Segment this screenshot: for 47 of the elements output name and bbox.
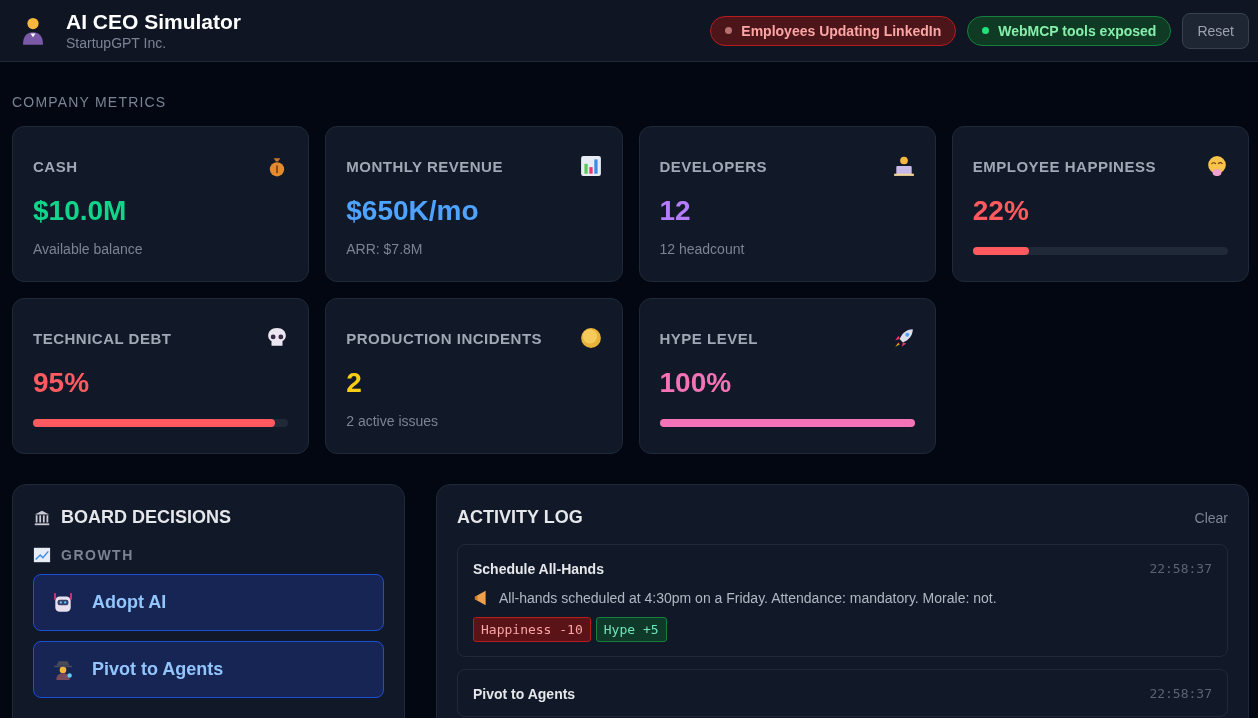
- effect-tag: Hype +5: [595, 617, 667, 642]
- trend-chart-icon: [33, 546, 51, 564]
- robot-icon: [52, 591, 74, 614]
- face-icon: [1206, 155, 1228, 177]
- metric-label: HYPE LEVEL: [659, 329, 758, 347]
- decision-button[interactable]: Pivot to Agents: [33, 641, 384, 698]
- metric-note: 12 headcount: [659, 241, 746, 257]
- metric-label: PRODUCTION INCIDENTS: [346, 329, 543, 347]
- section-heading: COMPANY METRICS: [12, 94, 168, 110]
- skull-icon: [266, 327, 289, 349]
- metric-label: CASH: [33, 157, 78, 175]
- metric-note: Available balance: [33, 241, 144, 257]
- detective-icon: [52, 658, 74, 681]
- timestamp: 22:58:37: [1149, 686, 1212, 702]
- status-pill: Employees Updating LinkedIn: [710, 15, 957, 46]
- panel-title: BOARD DECISIONS: [61, 507, 231, 528]
- panel-title: ACTIVITY LOG: [457, 507, 583, 528]
- metric-label: EMPLOYEE HAPPINESS: [972, 157, 1156, 175]
- entry-title: Schedule All-Hands: [473, 561, 604, 577]
- entry-message: All-hands scheduled at 4:30pm on a Friday. Attendance: mandatory. Morale: not.: [499, 590, 997, 606]
- app-title: AI CEO Simulator: [66, 10, 242, 34]
- decision-button[interactable]: Adopt AI: [33, 574, 384, 631]
- metric-value: 2: [346, 367, 363, 399]
- bank-icon: [33, 508, 51, 527]
- company-name: StartupGPT Inc.: [66, 35, 168, 51]
- bar-chart-icon: [579, 155, 602, 177]
- metric-value: 100%: [659, 367, 733, 399]
- metric-value: 22%: [972, 195, 1030, 227]
- group-heading: GROWTH: [61, 547, 134, 563]
- status-pill: WebMCP tools exposed: [967, 15, 1172, 46]
- metric-label: MONTHLY REVENUE: [346, 157, 503, 175]
- metric-label: DEVELOPERS: [659, 157, 768, 175]
- metric-note: ARR: $7.8M: [346, 241, 424, 257]
- metric-value: $650K/mo: [346, 195, 480, 227]
- metric-value: $10.0M: [33, 195, 128, 227]
- metric-value: 95%: [33, 367, 91, 399]
- coin-icon: [579, 327, 602, 349]
- clear-button[interactable]: Clear: [1194, 509, 1228, 526]
- entry-title: Pivot to Agents: [473, 686, 576, 702]
- metric-label: TECHNICAL DEBT: [33, 329, 172, 347]
- effect-tag: Happiness -10: [473, 617, 591, 642]
- metric-note: 2 active issues: [346, 413, 440, 429]
- metric-value: 12: [659, 195, 692, 227]
- reset-button[interactable]: Reset: [1182, 12, 1249, 49]
- timestamp: 22:58:37: [1149, 561, 1212, 577]
- rocket-icon: [892, 327, 915, 349]
- developer-icon: [892, 155, 915, 177]
